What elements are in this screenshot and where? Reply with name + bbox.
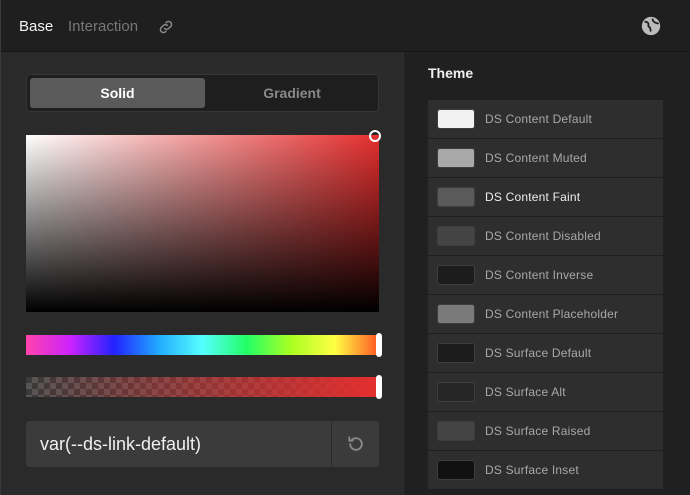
theme-item-content-faint[interactable]: DS Content Faint xyxy=(428,178,663,216)
link-icon[interactable] xyxy=(157,18,175,36)
color-swatch xyxy=(437,421,475,441)
tab-interaction[interactable]: Interaction xyxy=(68,18,138,35)
color-swatch xyxy=(437,304,475,324)
panel-header: Base Interaction xyxy=(1,0,690,52)
reset-icon xyxy=(348,436,363,451)
theme-item-content-placeholder[interactable]: DS Content Placeholder xyxy=(428,295,663,333)
theme-item-label: DS Surface Default xyxy=(485,346,592,360)
theme-list: DS Content Default DS Content Muted DS C… xyxy=(428,100,663,490)
globe-icon[interactable] xyxy=(640,15,662,37)
color-swatch xyxy=(437,187,475,207)
theme-item-surface-inset[interactable]: DS Surface Inset xyxy=(428,451,663,489)
theme-item-surface-raised[interactable]: DS Surface Raised xyxy=(428,412,663,450)
hue-slider-thumb[interactable] xyxy=(376,333,382,357)
theme-item-label: DS Content Default xyxy=(485,112,592,126)
theme-item-content-muted[interactable]: DS Content Muted xyxy=(428,139,663,177)
solid-button[interactable]: Solid xyxy=(30,78,205,108)
theme-item-label: DS Surface Raised xyxy=(485,424,591,438)
theme-item-label: DS Surface Alt xyxy=(485,385,566,399)
theme-item-content-inverse[interactable]: DS Content Inverse xyxy=(428,256,663,294)
gradient-button[interactable]: Gradient xyxy=(207,78,377,108)
hue-slider[interactable] xyxy=(26,335,379,355)
picker-area: Solid Gradient var(--ds-link-default) xyxy=(1,52,403,495)
theme-item-label: DS Surface Inset xyxy=(485,463,579,477)
color-swatch xyxy=(437,148,475,168)
saturation-field[interactable] xyxy=(26,135,379,312)
theme-item-label: DS Content Inverse xyxy=(485,268,594,282)
alpha-slider-thumb[interactable] xyxy=(376,375,382,399)
reset-button[interactable] xyxy=(332,421,379,467)
color-swatch xyxy=(437,265,475,285)
theme-item-surface-default[interactable]: DS Surface Default xyxy=(428,334,663,372)
theme-item-label: DS Content Muted xyxy=(485,151,587,165)
fill-mode-toggle: Solid Gradient xyxy=(26,74,379,112)
theme-item-content-disabled[interactable]: DS Content Disabled xyxy=(428,217,663,255)
theme-item-surface-alt[interactable]: DS Surface Alt xyxy=(428,373,663,411)
color-picker-panel: Base Interaction Solid Gradient var(--ds… xyxy=(0,0,690,495)
color-swatch xyxy=(437,109,475,129)
color-swatch xyxy=(437,226,475,246)
theme-item-label: DS Content Faint xyxy=(485,190,581,204)
color-value-input[interactable]: var(--ds-link-default) xyxy=(26,421,331,467)
theme-title: Theme xyxy=(428,65,474,81)
alpha-slider[interactable] xyxy=(26,377,379,397)
color-swatch xyxy=(437,460,475,480)
theme-item-content-default[interactable]: DS Content Default xyxy=(428,100,663,138)
color-swatch xyxy=(437,382,475,402)
color-swatch xyxy=(437,343,475,363)
saturation-handle[interactable] xyxy=(369,130,381,142)
theme-item-label: DS Content Disabled xyxy=(485,229,601,243)
tab-base[interactable]: Base xyxy=(19,18,53,35)
theme-item-label: DS Content Placeholder xyxy=(485,307,619,321)
theme-panel: Theme DS Content Default DS Content Mute… xyxy=(403,52,690,495)
